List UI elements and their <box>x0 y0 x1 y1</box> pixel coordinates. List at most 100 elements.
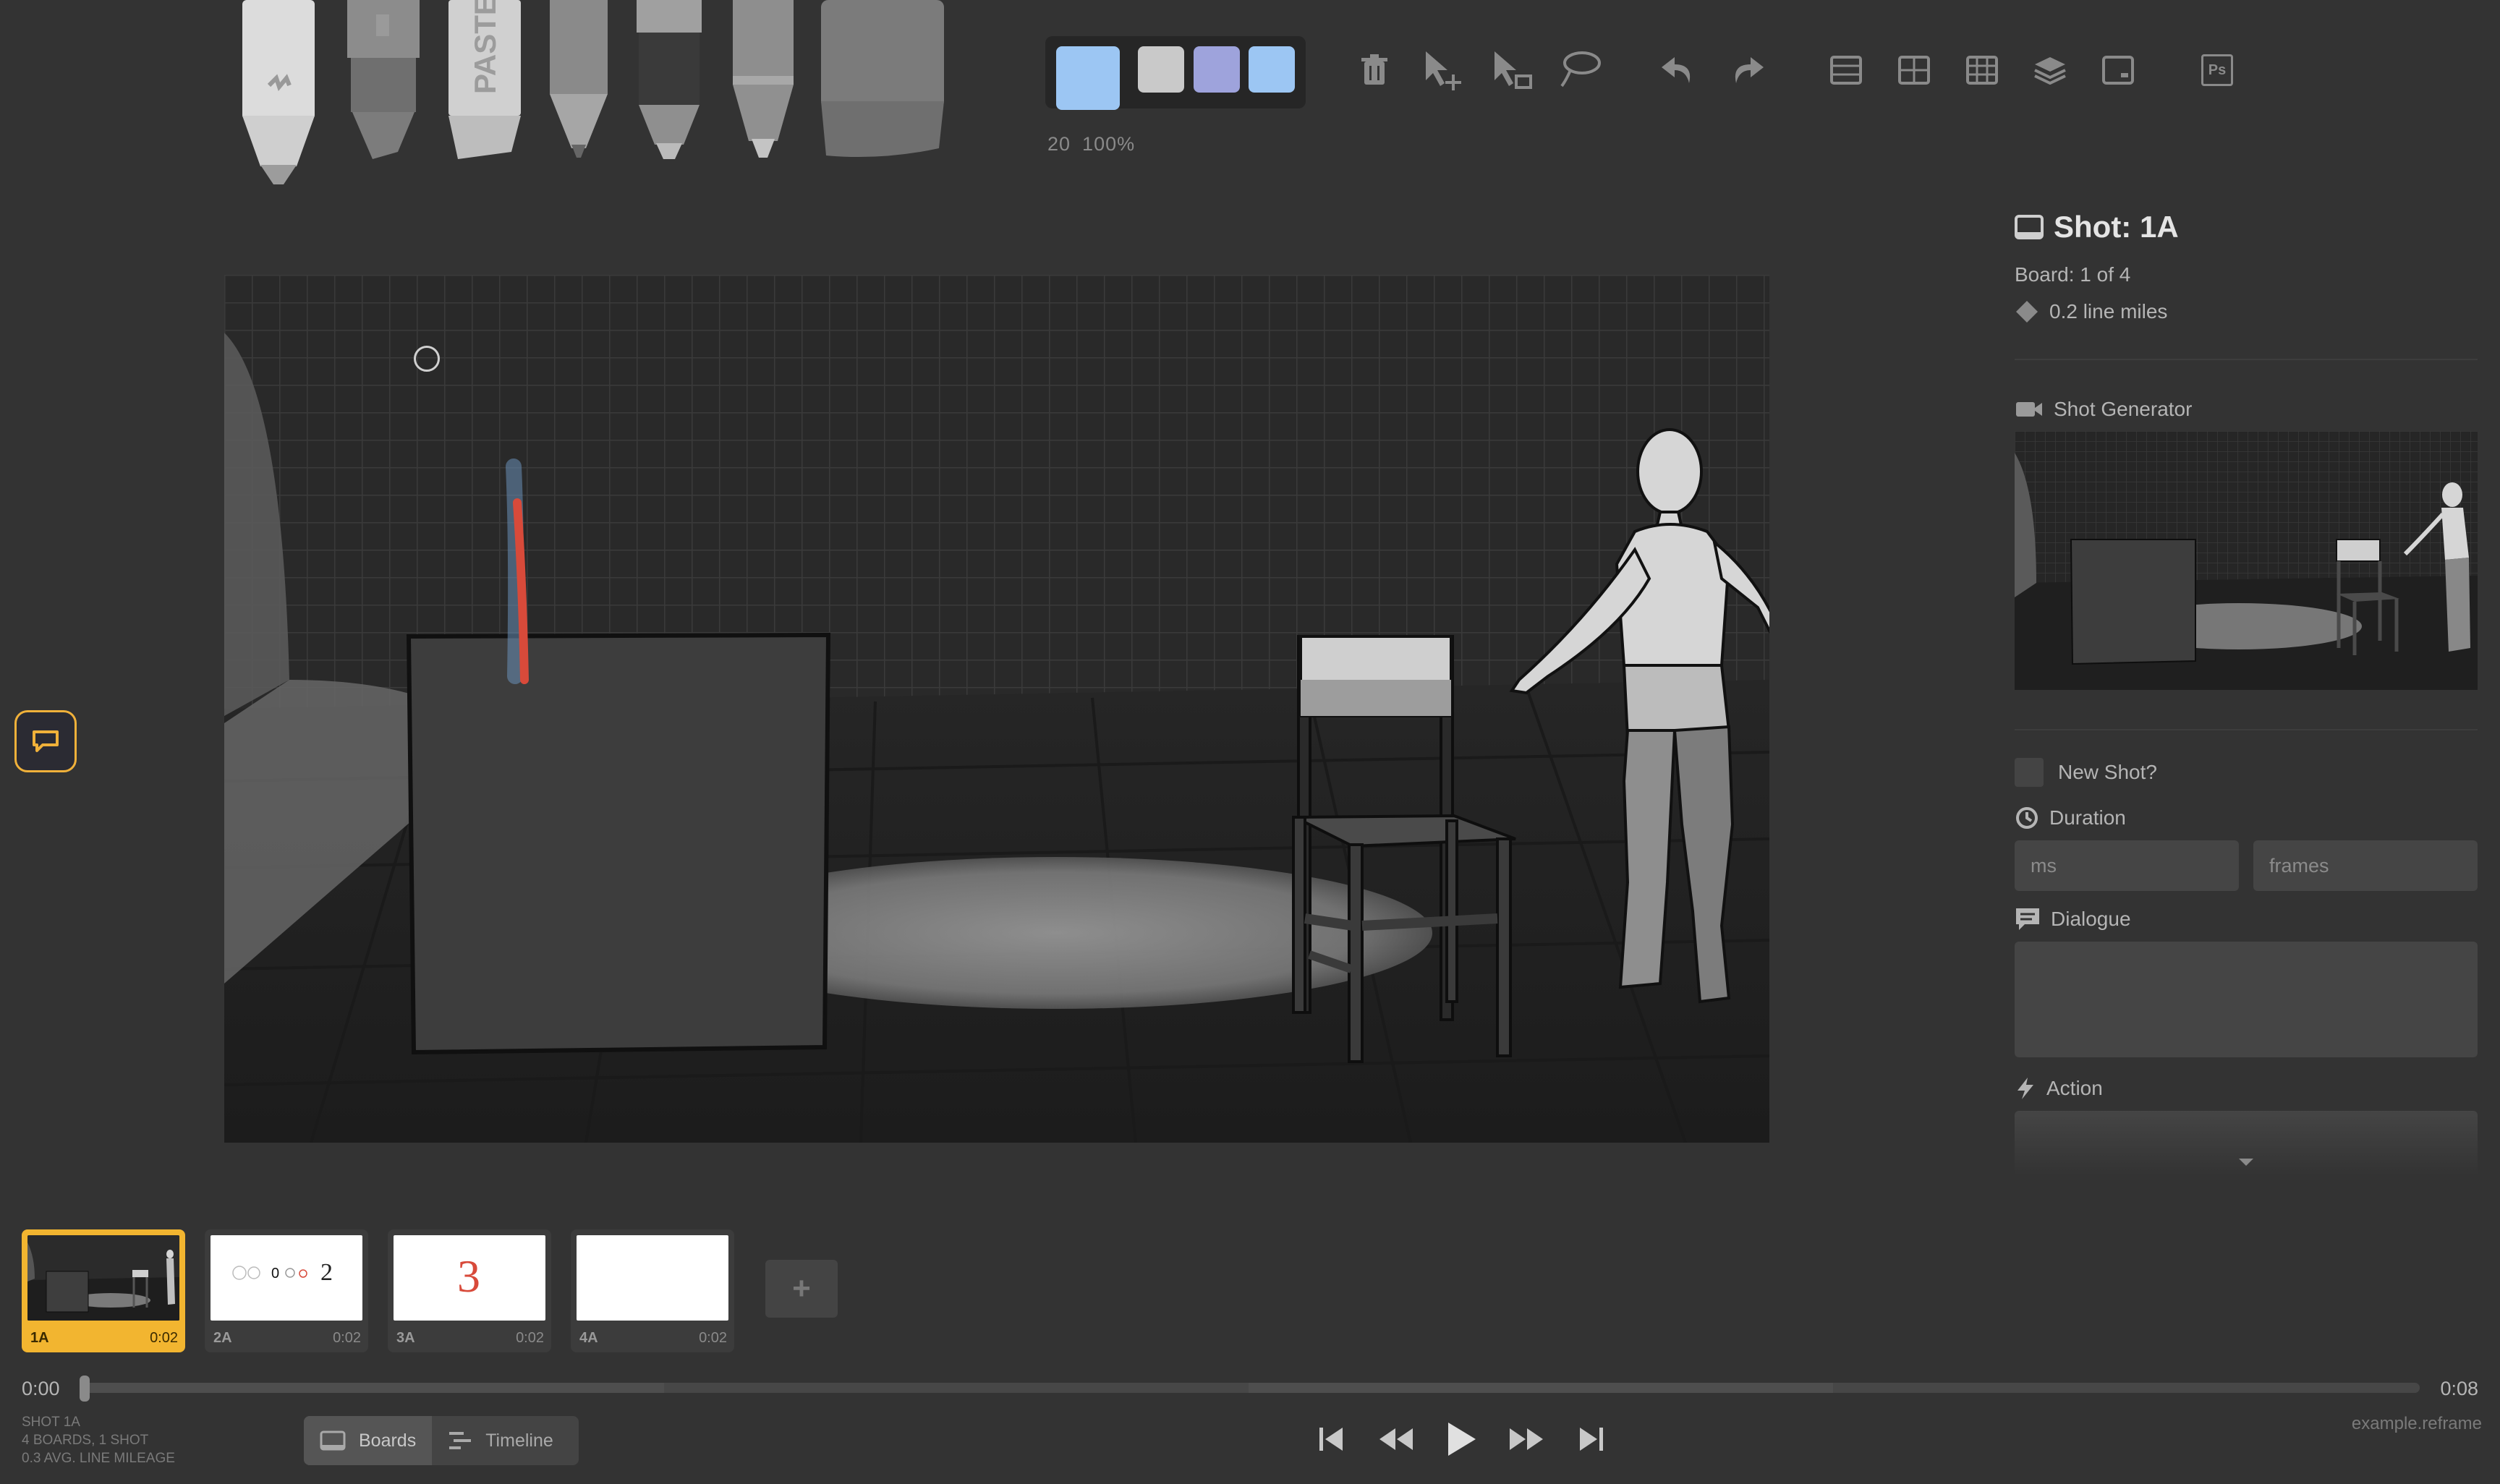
grid-2-icon[interactable] <box>1889 45 1939 95</box>
move-icon[interactable] <box>1418 45 1468 95</box>
board-thumbnail-3a[interactable]: 3 3A 0:02 <box>388 1229 551 1352</box>
dialogue-label: Dialogue <box>2051 908 2131 930</box>
pastel-tool[interactable]: PASTEL <box>445 0 524 166</box>
layers-icon[interactable] <box>2025 45 2075 95</box>
action-textarea[interactable] <box>2015 1111 2478 1176</box>
boards-view-button[interactable]: Boards <box>304 1416 433 1465</box>
scale-icon[interactable] <box>1487 45 1537 95</box>
drawing-canvas[interactable] <box>224 275 1769 1143</box>
duration-header: Duration <box>2015 806 2478 830</box>
board-thumbnail-1a[interactable]: 1A 0:02 <box>22 1229 185 1352</box>
stats-line-mileage: 0.3 AVG. LINE MILEAGE <box>22 1451 175 1466</box>
project-stats: SHOT 1A 4 BOARDS, 1 SHOT 0.3 AVG. LINE M… <box>22 1413 175 1467</box>
skip-to-end-button[interactable] <box>1566 1414 1617 1464</box>
board-label: 4A <box>579 1330 598 1346</box>
video-camera-icon <box>2016 402 2042 417</box>
project-filename: example.reframe <box>2351 1414 2482 1433</box>
skip-to-start-button[interactable] <box>1306 1414 1356 1464</box>
board-duration: 0:02 <box>699 1330 727 1346</box>
timeline-start: 0:00 <box>22 1378 60 1399</box>
palette-swatch-1[interactable] <box>1138 46 1184 93</box>
diamond-icon <box>2016 301 2038 323</box>
board-duration: 0:02 <box>150 1330 178 1346</box>
grid-3-icon[interactable] <box>1957 45 2007 95</box>
boards-view-label: Boards <box>359 1430 417 1451</box>
new-shot-row: New Shot? <box>2015 758 2478 787</box>
board-count: Board: 1 of 4 <box>2015 263 2131 286</box>
view-toggle: Boards Timeline <box>304 1416 579 1465</box>
palette-swatch-3[interactable] <box>1249 46 1295 93</box>
fast-forward-button[interactable] <box>1501 1414 1552 1464</box>
lasso-icon[interactable] <box>1555 45 1606 95</box>
photoshop-icon[interactable]: Ps <box>2192 45 2242 95</box>
playhead-handle[interactable] <box>80 1376 90 1402</box>
palette-swatch-2[interactable] <box>1194 46 1240 93</box>
new-shot-checkbox[interactable] <box>2015 758 2044 787</box>
comment-button[interactable] <box>14 710 77 772</box>
lightning-icon <box>2018 1078 2033 1099</box>
undo-icon[interactable] <box>1653 45 1704 95</box>
pencil-tool[interactable] <box>546 0 611 166</box>
board-thumbnail-image <box>27 1235 179 1321</box>
comment-icon <box>33 730 59 752</box>
caption-icon[interactable] <box>2093 45 2143 95</box>
timeline-end: 0:08 <box>2440 1378 2478 1399</box>
fast-forward-icon <box>1510 1428 1543 1450</box>
trash-icon[interactable] <box>1349 45 1400 95</box>
chevron-down-icon[interactable] <box>2237 1157 2255 1167</box>
new-shot-label: New Shot? <box>2058 761 2157 783</box>
marker-tool[interactable] <box>633 0 705 166</box>
dialogue-header: Dialogue <box>2015 907 2478 931</box>
timeline-segment-1a[interactable] <box>80 1383 664 1393</box>
line-miles-row: 0.2 line miles <box>2015 299 2478 324</box>
board-thumbnail-2a[interactable]: 0 2 2A 0:02 <box>205 1229 368 1352</box>
brush-tool[interactable] <box>344 0 423 166</box>
scene-render <box>224 275 1769 1143</box>
duration-fields: ms frames <box>2015 840 2478 891</box>
board-thumbnail-image: 3 <box>394 1235 545 1321</box>
shot-details-panel: Shot: 1A Board: 1 of 4 0.2 line miles Sh… <box>2015 210 2478 1176</box>
duration-ms-input[interactable]: ms <box>2015 840 2239 891</box>
duration-frames-input[interactable]: frames <box>2253 840 2478 891</box>
shot-generator-render <box>2015 431 2478 690</box>
duration-label: Duration <box>2049 806 2126 829</box>
brush-info: 20 100% <box>1047 133 1147 155</box>
dialogue-textarea[interactable] <box>2015 942 2478 1057</box>
brush-size: 20 <box>1047 133 1071 155</box>
timeline-scrubber[interactable] <box>80 1383 2420 1393</box>
board-icon <box>2015 215 2044 239</box>
redo-icon[interactable] <box>1722 45 1772 95</box>
action-header: Action <box>2015 1076 2478 1101</box>
timeline-segment-4a[interactable] <box>1833 1383 2420 1393</box>
play-button[interactable] <box>1436 1414 1487 1464</box>
panel-divider <box>2015 359 2478 360</box>
grid-1-icon[interactable] <box>1821 45 1871 95</box>
board-label: 3A <box>396 1330 415 1346</box>
line-miles: 0.2 line miles <box>2049 300 2168 323</box>
board-label: 2A <box>213 1330 232 1346</box>
photoshop-label: Ps <box>2201 54 2233 86</box>
rewind-icon <box>1379 1428 1413 1450</box>
board-thumbnail-image: 0 2 <box>211 1235 362 1321</box>
board-label: 1A <box>30 1330 49 1346</box>
board-duration: 0:02 <box>333 1330 361 1346</box>
board-thumbnail-image <box>577 1235 728 1321</box>
eraser-tool[interactable] <box>817 0 948 166</box>
stats-boards: 4 BOARDS, 1 SHOT <box>22 1433 149 1448</box>
timeline-segment-2a[interactable] <box>664 1383 1249 1393</box>
pen-tool[interactable] <box>727 0 799 166</box>
timeline-view-button[interactable]: Timeline <box>432 1416 569 1465</box>
board-thumbnail-4a[interactable]: 4A 0:02 <box>571 1229 734 1352</box>
pastel-label: PASTEL <box>468 0 502 94</box>
shot-generator-header: Shot Generator <box>2015 398 2478 421</box>
skip-end-icon <box>1580 1428 1603 1451</box>
play-icon <box>1448 1423 1476 1456</box>
add-board-button[interactable]: + <box>765 1260 838 1318</box>
action-label: Action <box>2046 1077 2103 1099</box>
brush-cursor <box>414 346 440 372</box>
shot-generator-preview[interactable] <box>2015 431 2478 690</box>
light-pencil-tool[interactable] <box>239 0 318 188</box>
rewind-button[interactable] <box>1371 1414 1421 1464</box>
timeline-segment-3a[interactable] <box>1249 1383 1833 1393</box>
current-color-swatch[interactable] <box>1056 46 1120 110</box>
